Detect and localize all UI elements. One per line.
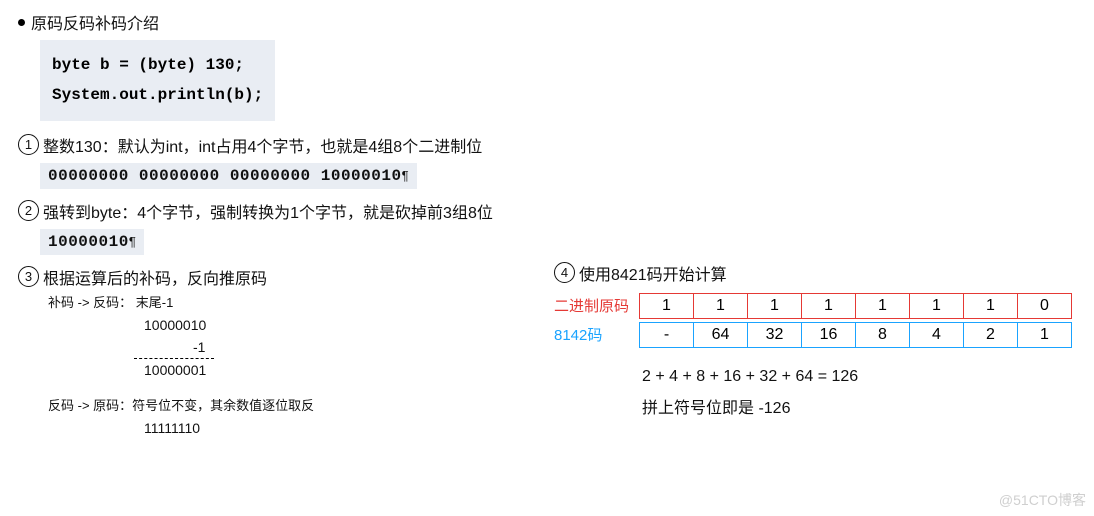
watermark: @51CTO博客 (999, 490, 1086, 510)
row2-cell: 2 (963, 322, 1018, 348)
row2-cell: 4 (909, 322, 964, 348)
row2-cell: 64 (693, 322, 748, 348)
row1-cell: 1 (801, 293, 856, 319)
row2-cell: 16 (801, 322, 856, 348)
row2-cells: - 64 32 16 8 4 2 1 (640, 322, 1072, 348)
step-2-text: 强转到byte：4个字节，强制转换为1个字节，就是砍掉前3组8位 (43, 199, 493, 223)
section-bullet: 原码反码补码介绍 (18, 10, 1082, 34)
derive-2-label: 反码 -> 原码：符号位不变，其余数值逐位取反 (48, 396, 524, 417)
row1-cell: 0 (1017, 293, 1072, 319)
step-4-text: 使用8421码开始计算 (579, 261, 727, 285)
step-4: 4 使用8421码开始计算 (554, 261, 1072, 285)
row2-cell: 32 (747, 322, 802, 348)
step-1-bits: 00000000 00000000 00000000 10000010¶ (40, 163, 417, 189)
code-line-1: byte b = (byte) 130; (52, 50, 263, 80)
row2-cell: 1 (1017, 322, 1072, 348)
step-3: 3 根据运算后的补码，反向推原码 (18, 265, 524, 289)
row1-cell: 1 (639, 293, 694, 319)
step-1-text: 整数130：默认为int，int占用4个字节，也就是4组8个二进制位 (43, 133, 482, 157)
step-3-number: 3 (18, 266, 39, 287)
section-title: 原码反码补码介绍 (31, 10, 159, 34)
step-3-text: 根据运算后的补码，反向推原码 (43, 265, 267, 289)
step-4-number: 4 (554, 262, 575, 283)
sum-equation: 2 + 4 + 8 + 16 + 32 + 64 = 126 (642, 368, 1072, 386)
derivation-block: 补码 -> 反码： 末尾-1 10000010 -1 10000001 反码 -… (48, 293, 524, 439)
derive-1-label: 补码 -> 反码： 末尾-1 (48, 293, 524, 314)
row1-cell: 1 (855, 293, 910, 319)
row2-cell: 8 (855, 322, 910, 348)
step-1: 1 整数130：默认为int，int占用4个字节，也就是4组8个二进制位 (18, 133, 1082, 157)
derive-1-a: 10000010 (48, 314, 524, 336)
row2-cell: - (639, 322, 694, 348)
row1-cell: 1 (909, 293, 964, 319)
table-row-originalcode: 二进制原码 1 1 1 1 1 1 1 0 (554, 293, 1072, 319)
row1-label: 二进制原码 (554, 295, 632, 316)
step-2-number: 2 (18, 200, 39, 221)
derive-1-c: 10000001 (48, 359, 524, 381)
final-result: 拼上符号位即是 -126 (642, 394, 1072, 418)
derive-2-a: 11111110 (48, 417, 524, 439)
row1-cell: 1 (963, 293, 1018, 319)
bullet-icon (18, 19, 25, 26)
step-1-number: 1 (18, 134, 39, 155)
code-block: byte b = (byte) 130; System.out.println(… (40, 40, 275, 121)
table-row-8421: 8142码 - 64 32 16 8 4 2 1 (554, 322, 1072, 348)
row1-cells: 1 1 1 1 1 1 1 0 (640, 293, 1072, 319)
row1-cell: 1 (693, 293, 748, 319)
row2-label: 8142码 (554, 324, 632, 345)
row1-cell: 1 (747, 293, 802, 319)
derive-1-b: -1 (48, 336, 524, 358)
step-2-bits: 10000010¶ (40, 229, 144, 255)
code-line-2: System.out.println(b); (52, 80, 263, 110)
step-2: 2 强转到byte：4个字节，强制转换为1个字节，就是砍掉前3组8位 (18, 199, 1082, 223)
